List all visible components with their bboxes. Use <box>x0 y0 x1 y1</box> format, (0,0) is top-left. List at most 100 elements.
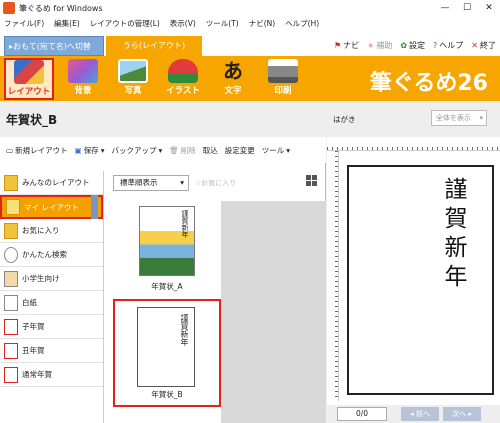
menu-navi[interactable]: ナビ(N) <box>249 18 275 29</box>
category-label: かんたん検索 <box>22 250 67 259</box>
category-favorites[interactable]: お気に入り <box>0 219 103 243</box>
folder-icon <box>6 199 20 215</box>
menu-layout-manage[interactable]: レイアウトの管理(L) <box>90 18 160 29</box>
preview-panel: はがき 全体を表示 ▾ 謹賀新年 0/0 ◂ 前へ 次へ ▸ <box>327 101 500 423</box>
category-easy-search[interactable]: かんたん検索 <box>0 243 103 267</box>
settings-change-button[interactable]: 設定変更 <box>225 145 255 156</box>
preview-footer: 0/0 ◂ 前へ 次へ ▸ <box>327 405 500 423</box>
toolbar-text-label: 文字 <box>224 86 242 96</box>
card-icon <box>4 366 18 383</box>
toolbar-print-button[interactable]: 印刷 <box>258 59 308 99</box>
layout-thumbnails: 標準順表示 ▾ ☆お気に入り 謹賀新年 年賀状_A 謹賀新年 年賀状_B <box>113 171 326 423</box>
menu-view[interactable]: 表示(V) <box>170 18 196 29</box>
watermelon-icon <box>168 59 198 83</box>
exit-label: 終了 <box>480 41 496 50</box>
next-page-button[interactable]: 次へ ▸ <box>443 407 481 421</box>
search-icon <box>4 246 18 263</box>
window-controls: — ☐ ✕ <box>434 0 500 16</box>
toolbar-photo-button[interactable]: 写真 <box>108 59 158 99</box>
tab-back-layout[interactable]: うら(レイアウト) <box>106 36 202 56</box>
import-button[interactable]: 取込 <box>203 145 218 156</box>
app-brand-logo: 筆ぐるめ26 <box>369 71 488 96</box>
save-label: 保存 <box>83 145 99 155</box>
category-ox-year[interactable]: 丑年賀 <box>0 339 103 363</box>
sort-value: 標準順表示 <box>120 178 158 187</box>
close-button[interactable]: ✕ <box>478 0 500 16</box>
top-links: ⚑ ナビ ★ 補助 ✿ 設定 ? ヘルプ ✕ 終了 <box>334 40 496 51</box>
zoom-select[interactable]: 全体を表示 ▾ <box>431 110 487 126</box>
exit-link[interactable]: ✕ 終了 <box>471 40 496 51</box>
menu-edit[interactable]: 編集(E) <box>54 18 80 29</box>
assist-link[interactable]: ★ 補助 <box>367 40 392 51</box>
tab-front-address[interactable]: ▸おもて(宛て名)へ切替 <box>4 36 104 56</box>
new-year-card-b-thumbnail: 謹賀新年 <box>137 307 195 387</box>
category-label: 丑年賀 <box>22 346 45 355</box>
flag-icon: ⚑ <box>334 41 342 50</box>
prev-page-button[interactable]: ◂ 前へ <box>401 407 439 421</box>
delete-button[interactable]: 🗑 削除 <box>169 145 196 156</box>
maximize-button[interactable]: ☐ <box>456 0 478 16</box>
minimize-button[interactable]: — <box>434 0 456 16</box>
preview-header: はがき 全体を表示 ▾ <box>327 101 500 137</box>
text-brush-icon: あ <box>223 59 243 83</box>
category-label: 子年賀 <box>22 322 45 331</box>
main-toolbar: レイアウト 背景 写真 イラスト あ 文字 印刷 筆ぐるめ26 <box>0 56 500 101</box>
toolbar-text-button[interactable]: あ 文字 <box>208 59 258 99</box>
mode-tab-row: ▸おもて(宛て名)へ切替 うら(レイアウト) ⚑ ナビ ★ 補助 ✿ 設定 ? ヘルプ … <box>0 31 500 56</box>
save-button[interactable]: ▣ 保存 ▾ <box>75 145 105 156</box>
toolbar-layout-button[interactable]: レイアウト <box>4 58 54 100</box>
prev-label: 前へ <box>415 410 430 418</box>
toolbar-illust-button[interactable]: イラスト <box>158 59 208 99</box>
photo-icon <box>118 59 148 83</box>
menu-help[interactable]: ヘルプ(H) <box>285 18 319 29</box>
category-label: お気に入り <box>22 226 60 235</box>
trash-icon: 🗑 <box>169 145 179 155</box>
toolbar-illust-label: イラスト <box>166 86 200 96</box>
card-icon <box>4 342 18 359</box>
action-bar: ▭ 新規レイアウト ▣ 保存 ▾ バックアップ ▾ 🗑 削除 取込 設定変更 ツール … <box>0 137 326 163</box>
new-layout-button[interactable]: ▭ 新規レイアウト <box>6 145 68 156</box>
sort-select[interactable]: 標準順表示 ▾ <box>113 175 189 191</box>
favorites-toggle[interactable]: ☆お気に入り <box>195 178 236 188</box>
import-label: 取込 <box>202 145 218 155</box>
favorites-label: お気に入り <box>201 179 237 187</box>
layout-panel: 年賀状_B ▭ 新規レイアウト ▣ 保存 ▾ バックアップ ▾ 🗑 削除 取込 設定変… <box>0 101 326 423</box>
save-icon: ▣ <box>74 145 82 155</box>
app-icon <box>3 2 15 14</box>
navi-link[interactable]: ⚑ ナビ <box>334 40 359 51</box>
help-link[interactable]: ? ヘルプ <box>433 40 463 51</box>
page-indicator: 0/0 <box>337 407 387 421</box>
category-rat-year[interactable]: 子年賀 <box>0 315 103 339</box>
settings-link[interactable]: ✿ 設定 <box>400 40 425 51</box>
category-regular-new-year[interactable]: 通常年賀 <box>0 363 103 387</box>
card-icon <box>4 318 18 335</box>
menu-tools[interactable]: ツール(T) <box>206 18 239 29</box>
layout-card-a[interactable]: 謹賀新年 <box>137 206 197 278</box>
layout-card-b-caption: 年賀状_B <box>151 390 183 399</box>
backup-button[interactable]: バックアップ ▾ <box>111 145 162 156</box>
tools-menu-button[interactable]: ツール ▾ <box>262 145 290 156</box>
grid-view-icon[interactable] <box>306 175 318 187</box>
category-label: 通常年賀 <box>22 370 52 379</box>
category-my-layout[interactable]: マイ レイアウト <box>0 195 103 219</box>
layout-card-b[interactable]: 謹賀新年 年賀状_B <box>113 299 221 407</box>
card-a-text: 謹賀新年 <box>181 210 189 238</box>
chevron-down-icon: ▾ <box>180 178 184 187</box>
background-icon <box>68 59 98 83</box>
layout-icon <box>14 60 44 84</box>
postcard-preview: 謹賀新年 <box>347 165 494 395</box>
category-everyone-layout[interactable]: みんなのレイアウト <box>0 171 103 195</box>
postcard-label: はがき <box>333 115 356 124</box>
category-elementary[interactable]: 小学生向け <box>0 267 103 291</box>
new-doc-icon: ▭ <box>6 145 14 155</box>
menu-file[interactable]: ファイル(F) <box>4 18 44 29</box>
student-icon <box>4 270 18 287</box>
category-blank[interactable]: 白紙 <box>0 291 103 315</box>
toolbar-background-button[interactable]: 背景 <box>58 59 108 99</box>
horizontal-ruler <box>327 137 500 151</box>
star-folder-icon <box>4 222 18 239</box>
page-title: 年賀状_B <box>6 113 58 127</box>
tools-label: ツール <box>261 145 285 155</box>
title-bar: 筆ぐるめ for Windows — ☐ ✕ <box>0 0 500 16</box>
new-layout-label: 新規レイアウト <box>15 145 68 155</box>
